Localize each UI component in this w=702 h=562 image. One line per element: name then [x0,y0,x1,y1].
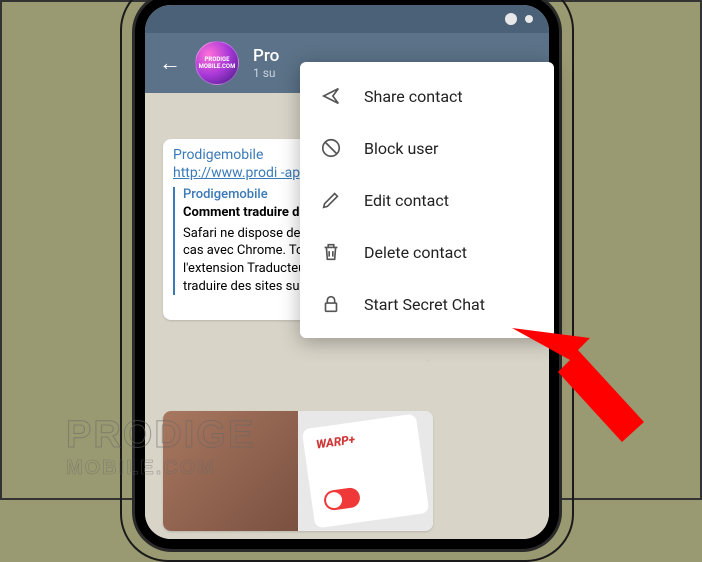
status-indicator [525,15,533,23]
menu-delete-contact[interactable]: Delete contact [300,226,554,278]
lock-icon [320,293,342,315]
menu-start-secret-chat[interactable]: Start Secret Chat [300,278,554,330]
menu-edit-contact[interactable]: Edit contact [300,174,554,226]
image-message[interactable]: WARP+ [163,411,433,531]
menu-item-label: Edit contact [364,191,449,210]
menu-item-label: Block user [364,139,438,158]
menu-item-label: Start Secret Chat [364,295,485,314]
block-icon [320,137,342,159]
image-right: WARP+ [298,411,433,531]
menu-item-label: Delete contact [364,243,467,262]
menu-share-contact[interactable]: Share contact [300,70,554,122]
share-icon [320,85,342,107]
status-indicator [505,13,517,25]
chat-subtitle: 1 su [253,66,279,80]
header-title-block[interactable]: Pro 1 su [253,46,279,80]
edit-icon [320,189,342,211]
context-menu: Share contact Block user Edit contact De… [300,62,554,338]
menu-item-label: Share contact [364,87,463,106]
status-bar [145,5,549,33]
warp-label: WARP+ [315,432,356,451]
warp-toggle-icon [323,487,361,512]
chat-title: Pro [253,46,279,66]
menu-block-user[interactable]: Block user [300,122,554,174]
image-left [163,411,298,531]
avatar[interactable]: PRODIGE MOBILE.COM [195,41,239,85]
back-arrow-icon[interactable]: ← [159,50,181,76]
delete-icon [320,241,342,263]
